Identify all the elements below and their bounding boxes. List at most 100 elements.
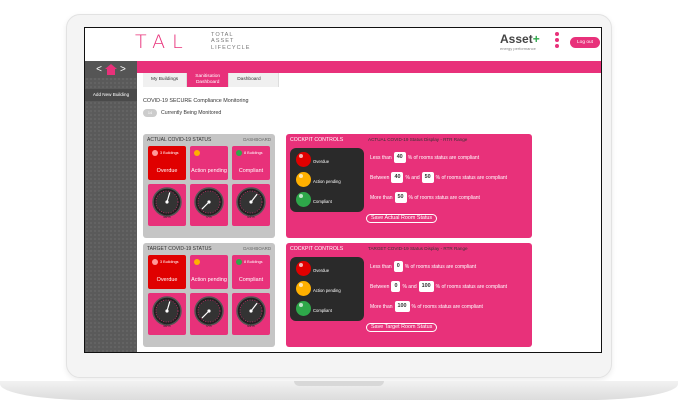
rule-text: % of rooms status are compliant [408,194,480,201]
gauge-dial-icon [236,296,266,326]
building-count-badge: 14 Buildings [143,109,159,123]
threshold-input[interactable]: 100 [394,301,410,312]
overdue-tile[interactable]: 3 Buildings Overdue [148,146,186,180]
traffic-light-box: Overdue Action pending Compliant [290,257,364,321]
app-screen: TAL TOTAL ASSET LIFECYCLE Asset+ energy … [84,27,602,353]
gauge-value: 0% [206,215,212,219]
gauge-value: 64% [247,215,255,219]
status-dot [194,259,200,265]
tile-count: 8 Buildings [244,260,263,264]
light-label: Overdue [313,159,330,164]
tile-label: Overdue [156,277,178,283]
save-actual-status-button[interactable]: Save Actual Room Status [366,214,438,223]
asset-logo-text: Asset [500,32,533,46]
status-dot [152,259,158,265]
logout-button[interactable]: Log out [570,37,600,48]
rule-text: More than [370,303,393,310]
logo-sub-line: LIFECYCLE [211,44,251,51]
laptop-notch [294,381,384,386]
gauge-dial-icon [194,296,224,326]
status-dot [236,150,242,156]
light-label: Action pending [313,179,341,184]
dashboard-link[interactable]: DASHBOARD [243,246,271,251]
green-light-icon [296,192,311,207]
tile-label: Compliant [238,277,264,283]
rule-between: Between 0 % and 100 % of rooms status ar… [370,281,507,292]
gauge-pending: 0% [190,184,228,226]
tile-label: Overdue [156,168,178,174]
add-building-button[interactable]: Add New Building [85,89,137,101]
rule-text: Between [370,174,390,181]
tile-count: 3 Buildings [160,260,179,264]
overdue-tile[interactable]: 3 Buildings Overdue [148,255,186,289]
tile-label: Action pending [191,168,227,174]
gauge-value: 0% [206,324,212,328]
asset-logo-subtitle: energy performance [500,46,536,51]
tab-dashboard[interactable]: Dashboard [229,73,280,87]
gauge-dial-icon [236,187,266,217]
rule-text: % of rooms status are compliant [407,154,480,161]
rule-text: % of rooms status are compliant [411,303,483,310]
compliant-tile[interactable]: 8 Buildings Compliant [232,146,270,180]
nav-prev-button[interactable]: < [96,64,102,75]
sidebar: < > Add New Building [85,61,137,352]
threshold-input[interactable]: 40 [391,172,404,183]
threshold-input[interactable]: 100 [418,281,434,292]
threshold-input[interactable]: 50 [394,192,407,203]
dashboard-link[interactable]: DASHBOARD [243,137,271,142]
rule-less-than: Less than 40 % of rooms status are compl… [370,152,479,163]
tile-count: 8 Buildings [244,151,263,155]
light-label: Overdue [313,268,330,273]
status-dot [236,259,242,265]
action-pending-tile[interactable]: Action pending [190,146,228,180]
tab-sanitisation-dashboard[interactable]: Sanitisation Dashboard [187,73,230,87]
compliant-tile[interactable]: 8 Buildings Compliant [232,255,270,289]
threshold-input[interactable]: 50 [421,172,434,183]
light-label: Action pending [313,288,341,293]
gauge-value: 56% [163,215,171,219]
cockpit-title: COCKPIT CONTROLS [290,246,344,252]
tab-my-buildings[interactable]: My Buildings [143,73,188,87]
rule-more-than: More than 50 % of rooms status are compl… [370,192,480,203]
red-light-icon [296,261,311,276]
sidebar-nav: < > [85,61,137,78]
status-dot [152,150,158,156]
tile-label: Action pending [191,277,227,283]
threshold-input[interactable]: 40 [393,152,406,163]
cockpit-subtitle: TARGET COVID-19 Status Display - RTR Ran… [368,246,468,251]
light-label: Compliant [313,199,332,204]
threshold-input[interactable]: 0 [391,281,401,292]
gauge-overdue: 56% [148,184,186,226]
gauge-overdue: 56% [148,293,186,335]
gauge-dial-icon [194,187,224,217]
traffic-light-box: Overdue Action pending Compliant [290,148,364,212]
kebab-menu-icon[interactable] [555,32,560,52]
light-label: Compliant [313,308,332,313]
nav-next-button[interactable]: > [120,64,126,75]
tal-logo[interactable]: TAL [135,31,190,53]
tab-bar: My Buildings Sanitisation Dashboard Dash… [143,73,280,87]
tal-logo-subtitle: TOTAL ASSET LIFECYCLE [211,32,250,51]
rule-text: % of rooms status are compliant [435,283,508,290]
header-band [137,61,601,73]
asset-logo-plus: + [532,32,540,46]
gauge-value: 56% [163,324,171,328]
threshold-input[interactable]: 0 [393,261,403,272]
rule-text: Between [370,283,390,290]
rule-more-than: More than 100 % of rooms status are comp… [370,301,483,312]
save-target-status-button[interactable]: Save Target Room Status [366,323,438,332]
app-header: TAL TOTAL ASSET LIFECYCLE Asset+ energy … [85,28,601,61]
amber-light-icon [296,281,311,296]
action-pending-tile[interactable]: Action pending [190,255,228,289]
page-title: COVID-19 SECURE Compliance Monitoring [143,98,249,104]
rule-text: % of rooms status are compliant [404,263,477,270]
green-light-icon [296,301,311,316]
red-light-icon [296,152,311,167]
tile-label: Compliant [238,168,264,174]
cockpit-subtitle: ACTUAL COVID-19 Status Display - RTR Ran… [368,137,468,142]
asset-plus-logo: Asset+ [500,32,540,46]
target-status-panel: TARGET COVID-19 STATUS DASHBOARD 3 Build… [143,243,275,347]
actual-status-panel: ACTUAL COVID-19 STATUS DASHBOARD 3 Build… [143,134,275,238]
home-icon[interactable] [105,64,117,75]
gauge-pending: 0% [190,293,228,335]
